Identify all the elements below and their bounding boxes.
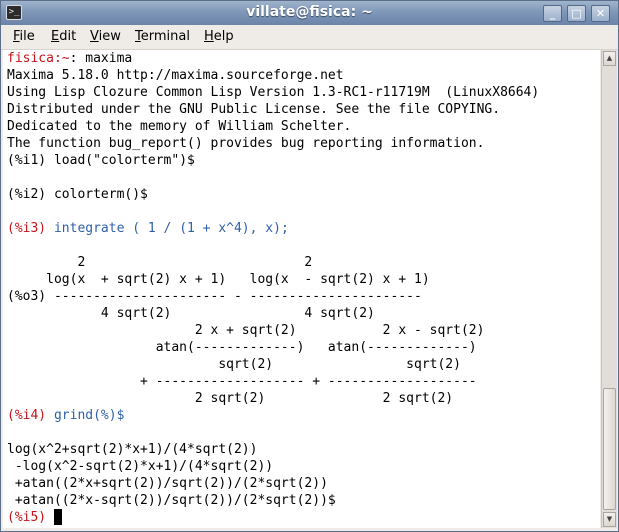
input-line-i1: (%i1) load("colorterm")$ xyxy=(7,153,195,168)
menu-edit[interactable]: Edit xyxy=(51,29,76,44)
menu-help[interactable]: Help xyxy=(204,29,234,44)
banner-line: Dedicated to the memory of William Schel… xyxy=(7,119,352,134)
title-bar[interactable]: >_ villate@fisica: ~ _ □ ✕ xyxy=(1,1,618,25)
scroll-up-button[interactable]: ▲ xyxy=(603,51,616,66)
vertical-scrollbar[interactable]: ▲ ▼ xyxy=(601,50,617,528)
output-line: 2 x + sqrt(2) 2 x - sqrt(2) xyxy=(7,323,485,338)
output-line: atan(-------------) atan(-------------) xyxy=(7,340,477,355)
banner-line: The function bug_report() provides bug r… xyxy=(7,136,485,151)
maximize-button[interactable]: □ xyxy=(567,5,586,22)
banner-line: Maxima 5.18.0 http://maxima.sourceforge.… xyxy=(7,68,344,83)
text-cursor xyxy=(53,509,62,525)
grind-line: -log(x^2-sqrt(2)*x+1)/(4*sqrt(2)) xyxy=(7,459,274,474)
menu-view[interactable]: View xyxy=(90,29,121,44)
output-line: 2 2 xyxy=(7,255,313,270)
banner-line: Distributed under the GNU Public License… xyxy=(7,102,501,117)
output-line: sqrt(2) sqrt(2) xyxy=(7,357,461,372)
input-line-i2: (%i2) colorterm()$ xyxy=(7,187,148,202)
scroll-down-button[interactable]: ▼ xyxy=(603,512,616,527)
close-button[interactable]: ✕ xyxy=(591,5,610,22)
window-title: villate@fisica: ~ xyxy=(246,4,373,20)
grind-line: +atan((2*x+sqrt(2))/sqrt(2))/(2*sqrt(2)) xyxy=(7,476,328,491)
output-line: 4 sqrt(2) 4 sqrt(2) xyxy=(7,306,375,321)
banner-line: Using Lisp Clozure Common Lisp Version 1… xyxy=(7,85,540,100)
terminal-output[interactable]: fisica:~: maxima Maxima 5.18.0 http://ma… xyxy=(3,50,600,528)
input-line-i4: (%i4) grind(%)$ xyxy=(7,408,125,423)
grind-line: +atan((2*x-sqrt(2))/sqrt(2))/(2*sqrt(2))… xyxy=(7,493,336,508)
grind-line: log(x^2+sqrt(2)*x+1)/(4*sqrt(2)) xyxy=(7,442,258,457)
input-line-i5: (%i5) xyxy=(7,509,62,526)
minimize-button[interactable]: _ xyxy=(543,5,562,22)
scrollbar-thumb[interactable] xyxy=(603,388,616,510)
output-line: + ------------------- + ----------------… xyxy=(7,374,477,389)
output-line: (%o3) ---------------------- - ---------… xyxy=(7,289,422,304)
output-line: 2 sqrt(2) 2 sqrt(2) xyxy=(7,391,454,406)
output-line: log(x + sqrt(2) x + 1) log(x - sqrt(2) x… xyxy=(7,272,430,287)
menu-terminal[interactable]: Terminal xyxy=(135,29,190,44)
menu-file[interactable]: File xyxy=(13,29,35,44)
terminal-window: >_ villate@fisica: ~ _ □ ✕ File Edit Vie… xyxy=(0,0,619,532)
input-line-i3: (%i3) integrate ( 1 / (1 + x^4), x); xyxy=(7,221,289,236)
menu-bar: File Edit View Terminal Help xyxy=(1,25,618,50)
shell-prompt-line: fisica:~: maxima xyxy=(7,51,133,66)
